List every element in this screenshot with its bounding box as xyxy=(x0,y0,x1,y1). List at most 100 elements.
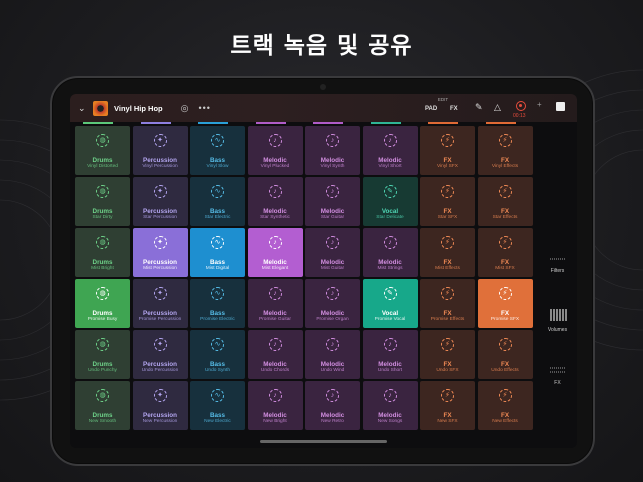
pad-melodic[interactable]: ♪ Melodic New Songs xyxy=(362,381,418,430)
fx-icon: ⚡ xyxy=(441,287,454,300)
pad-type-label: Bass xyxy=(209,310,226,317)
pad-sound-label: Star Electric xyxy=(204,215,231,220)
pad-percussion[interactable]: ✦ Percussion Mist Percussion xyxy=(132,228,188,277)
pad-type-label: Melodic xyxy=(378,361,402,368)
pad-bass[interactable]: ∿ Bass Undo Synth xyxy=(190,330,245,379)
wave-icon: ∿ xyxy=(211,287,224,300)
chevron-down-icon[interactable]: ⌄ xyxy=(78,103,88,114)
pad-sound-label: Star Delicate xyxy=(376,215,404,220)
record-button[interactable] xyxy=(516,101,526,111)
pad-melodic[interactable]: ♪ Melodic New Bright xyxy=(247,381,303,430)
keys-icon: ♪ xyxy=(268,134,282,147)
pad-percussion[interactable]: ✦ Percussion Star Percussion xyxy=(132,177,188,226)
pad-fx[interactable]: ⚡ FX Mist SFX xyxy=(477,228,533,277)
pad-sound-label: Mist Bright xyxy=(91,266,114,271)
pad-fx[interactable]: ⚡ FX Vinyl Effects xyxy=(477,126,533,175)
pad-fx[interactable]: ⚡ FX Promise SFX xyxy=(477,279,533,328)
pad-melodic[interactable]: ♪ Melodic Promise Guitar xyxy=(247,279,303,328)
stop-button[interactable] xyxy=(556,102,565,111)
pad-fx[interactable]: ⚡ FX Mist Effects xyxy=(420,228,475,277)
pad-type-label: Melodic xyxy=(320,208,345,215)
pad-sound-label: Mist Strings xyxy=(377,266,403,271)
pad-type-label: Percussion xyxy=(143,412,177,419)
pad-drums[interactable]: ◍ Drums Promise Busy xyxy=(75,279,130,328)
pad-melodic[interactable]: ♪ Melodic Promise Organ xyxy=(305,279,360,328)
fx-icon: ⚡ xyxy=(498,389,512,402)
pad-type-label: Drums xyxy=(92,157,113,164)
pad-vocal[interactable]: ✎ Vocal Promise Vocal xyxy=(362,279,418,328)
keys-icon: ♪ xyxy=(326,287,339,300)
pad-sound-label: Undo Wind xyxy=(320,368,345,373)
pad-melodic[interactable]: ♪ Melodic Vinyl Synth xyxy=(305,126,360,175)
pad-vocal[interactable]: ✎ Vocal Star Delicate xyxy=(362,177,418,226)
pad-type-label: FX xyxy=(500,259,510,266)
pad-fx[interactable]: ⚡ FX New SFX xyxy=(420,381,475,430)
home-indicator xyxy=(260,440,387,443)
pad-fx[interactable]: ⚡ FX Star Effects xyxy=(477,177,533,226)
pad-bass[interactable]: ∿ Bass New Electric xyxy=(190,381,245,430)
pad-melodic[interactable]: ♪ Melodic Undo Chords xyxy=(247,330,303,379)
pad-melodic[interactable]: ♪ Melodic Mist Elegant xyxy=(247,228,303,277)
plus-icon[interactable]: + xyxy=(537,100,542,109)
pad-melodic[interactable]: ♪ Melodic New Retro xyxy=(305,381,360,430)
pad-type-label: FX xyxy=(500,157,510,164)
volumes-control[interactable]: Volumes xyxy=(540,309,575,333)
pad-percussion[interactable]: ✦ Percussion Undo Percussion xyxy=(132,330,188,379)
pad-melodic[interactable]: ♪ Melodic Star Guitar xyxy=(305,177,360,226)
globe-icon[interactable]: ◎ xyxy=(181,103,189,114)
pad-fx[interactable]: ⚡ FX Undo Effects xyxy=(477,330,533,379)
pad-melodic[interactable]: ♪ Melodic Undo Short xyxy=(362,330,418,379)
pad-type-label: Percussion xyxy=(143,259,177,266)
pad-sound-label: Promise Guitar xyxy=(259,317,291,322)
pad-fx[interactable]: ⚡ FX Undo SFX xyxy=(420,330,475,379)
pad-drums[interactable]: ◍ Drums Mist Bright xyxy=(75,228,130,277)
pad-fx[interactable]: ⚡ FX Star SFX xyxy=(420,177,475,226)
pad-percussion[interactable]: ✦ Percussion New Percussion xyxy=(132,381,188,430)
pad-type-label: Melodic xyxy=(263,208,287,215)
pad-fx[interactable]: ⚡ FX Vinyl SFX xyxy=(420,126,475,175)
pad-sound-label: Star Synthetic xyxy=(260,215,290,220)
pad-sound-label: Star Dirty xyxy=(92,215,113,220)
pad-drums[interactable]: ◍ Drums Undo Punchy xyxy=(75,330,130,379)
pad-drums[interactable]: ◍ Drums New Smooth xyxy=(75,381,130,430)
mic-icon[interactable]: ✎ xyxy=(475,102,483,113)
pad-melodic[interactable]: ♪ Melodic Mist Guitar xyxy=(305,228,360,277)
filters-control[interactable]: Filters xyxy=(540,256,575,274)
pad-type-label: Melodic xyxy=(320,361,345,368)
pad-sound-label: New Bright xyxy=(263,419,287,424)
fx-icon: ⚡ xyxy=(441,185,454,198)
fx-icon: ⚡ xyxy=(498,287,512,300)
project-title[interactable]: Vinyl Hip Hop xyxy=(114,104,163,113)
fx-icon: ⚡ xyxy=(441,338,454,351)
pad-melodic[interactable]: ♪ Melodic Mist Strings xyxy=(362,228,418,277)
more-icon[interactable]: ••• xyxy=(198,103,210,113)
pad-fx[interactable]: ⚡ FX New Effects xyxy=(477,381,533,430)
pad-bass[interactable]: ∿ Bass Star Electric xyxy=(190,177,245,226)
pad-sound-label: Vinyl Synth xyxy=(320,164,345,169)
pad-drums[interactable]: ◍ Drums Star Dirty xyxy=(75,177,130,226)
pad-mode-button[interactable]: PAD xyxy=(425,106,437,112)
pad-percussion[interactable]: ✦ Percussion Promise Percussion xyxy=(132,279,188,328)
pad-melodic[interactable]: ♪ Melodic Vinyl Plucked xyxy=(247,126,303,175)
pad-percussion[interactable]: ✦ Percussion Vinyl Percussion xyxy=(132,126,188,175)
tuner-icon[interactable]: △ xyxy=(494,102,501,113)
pad-fx[interactable]: ⚡ FX Promise Effects xyxy=(420,279,475,328)
pad-melodic[interactable]: ♪ Melodic Star Synthetic xyxy=(247,177,303,226)
fx-sliders-icon xyxy=(549,367,566,373)
fx-control[interactable]: FX xyxy=(540,366,575,386)
top-bar: ⌄ Vinyl Hip Hop ◎ ••• EDIT PAD FX ✎ △ 00… xyxy=(70,94,577,122)
keys-icon: ♪ xyxy=(383,236,397,249)
pad-bass[interactable]: ∿ Bass Mist Digital xyxy=(190,228,245,277)
pad-bass[interactable]: ∿ Bass Vinyl Slow xyxy=(190,126,245,175)
pad-melodic[interactable]: ♪ Melodic Vinyl Short xyxy=(362,126,418,175)
drum-icon: ◍ xyxy=(96,236,109,249)
pad-drums[interactable]: ◍ Drums Vinyl Distorted xyxy=(75,126,130,175)
project-artwork[interactable] xyxy=(93,100,108,116)
camera xyxy=(319,84,326,90)
keys-icon: ♪ xyxy=(326,338,339,351)
pad-melodic[interactable]: ♪ Melodic Undo Wind xyxy=(305,330,360,379)
keys-icon: ♪ xyxy=(326,389,339,402)
fx-mode-button[interactable]: FX xyxy=(450,106,458,112)
pad-bass[interactable]: ∿ Bass Promise Electric xyxy=(190,279,245,328)
pad-type-label: Percussion xyxy=(143,208,177,215)
